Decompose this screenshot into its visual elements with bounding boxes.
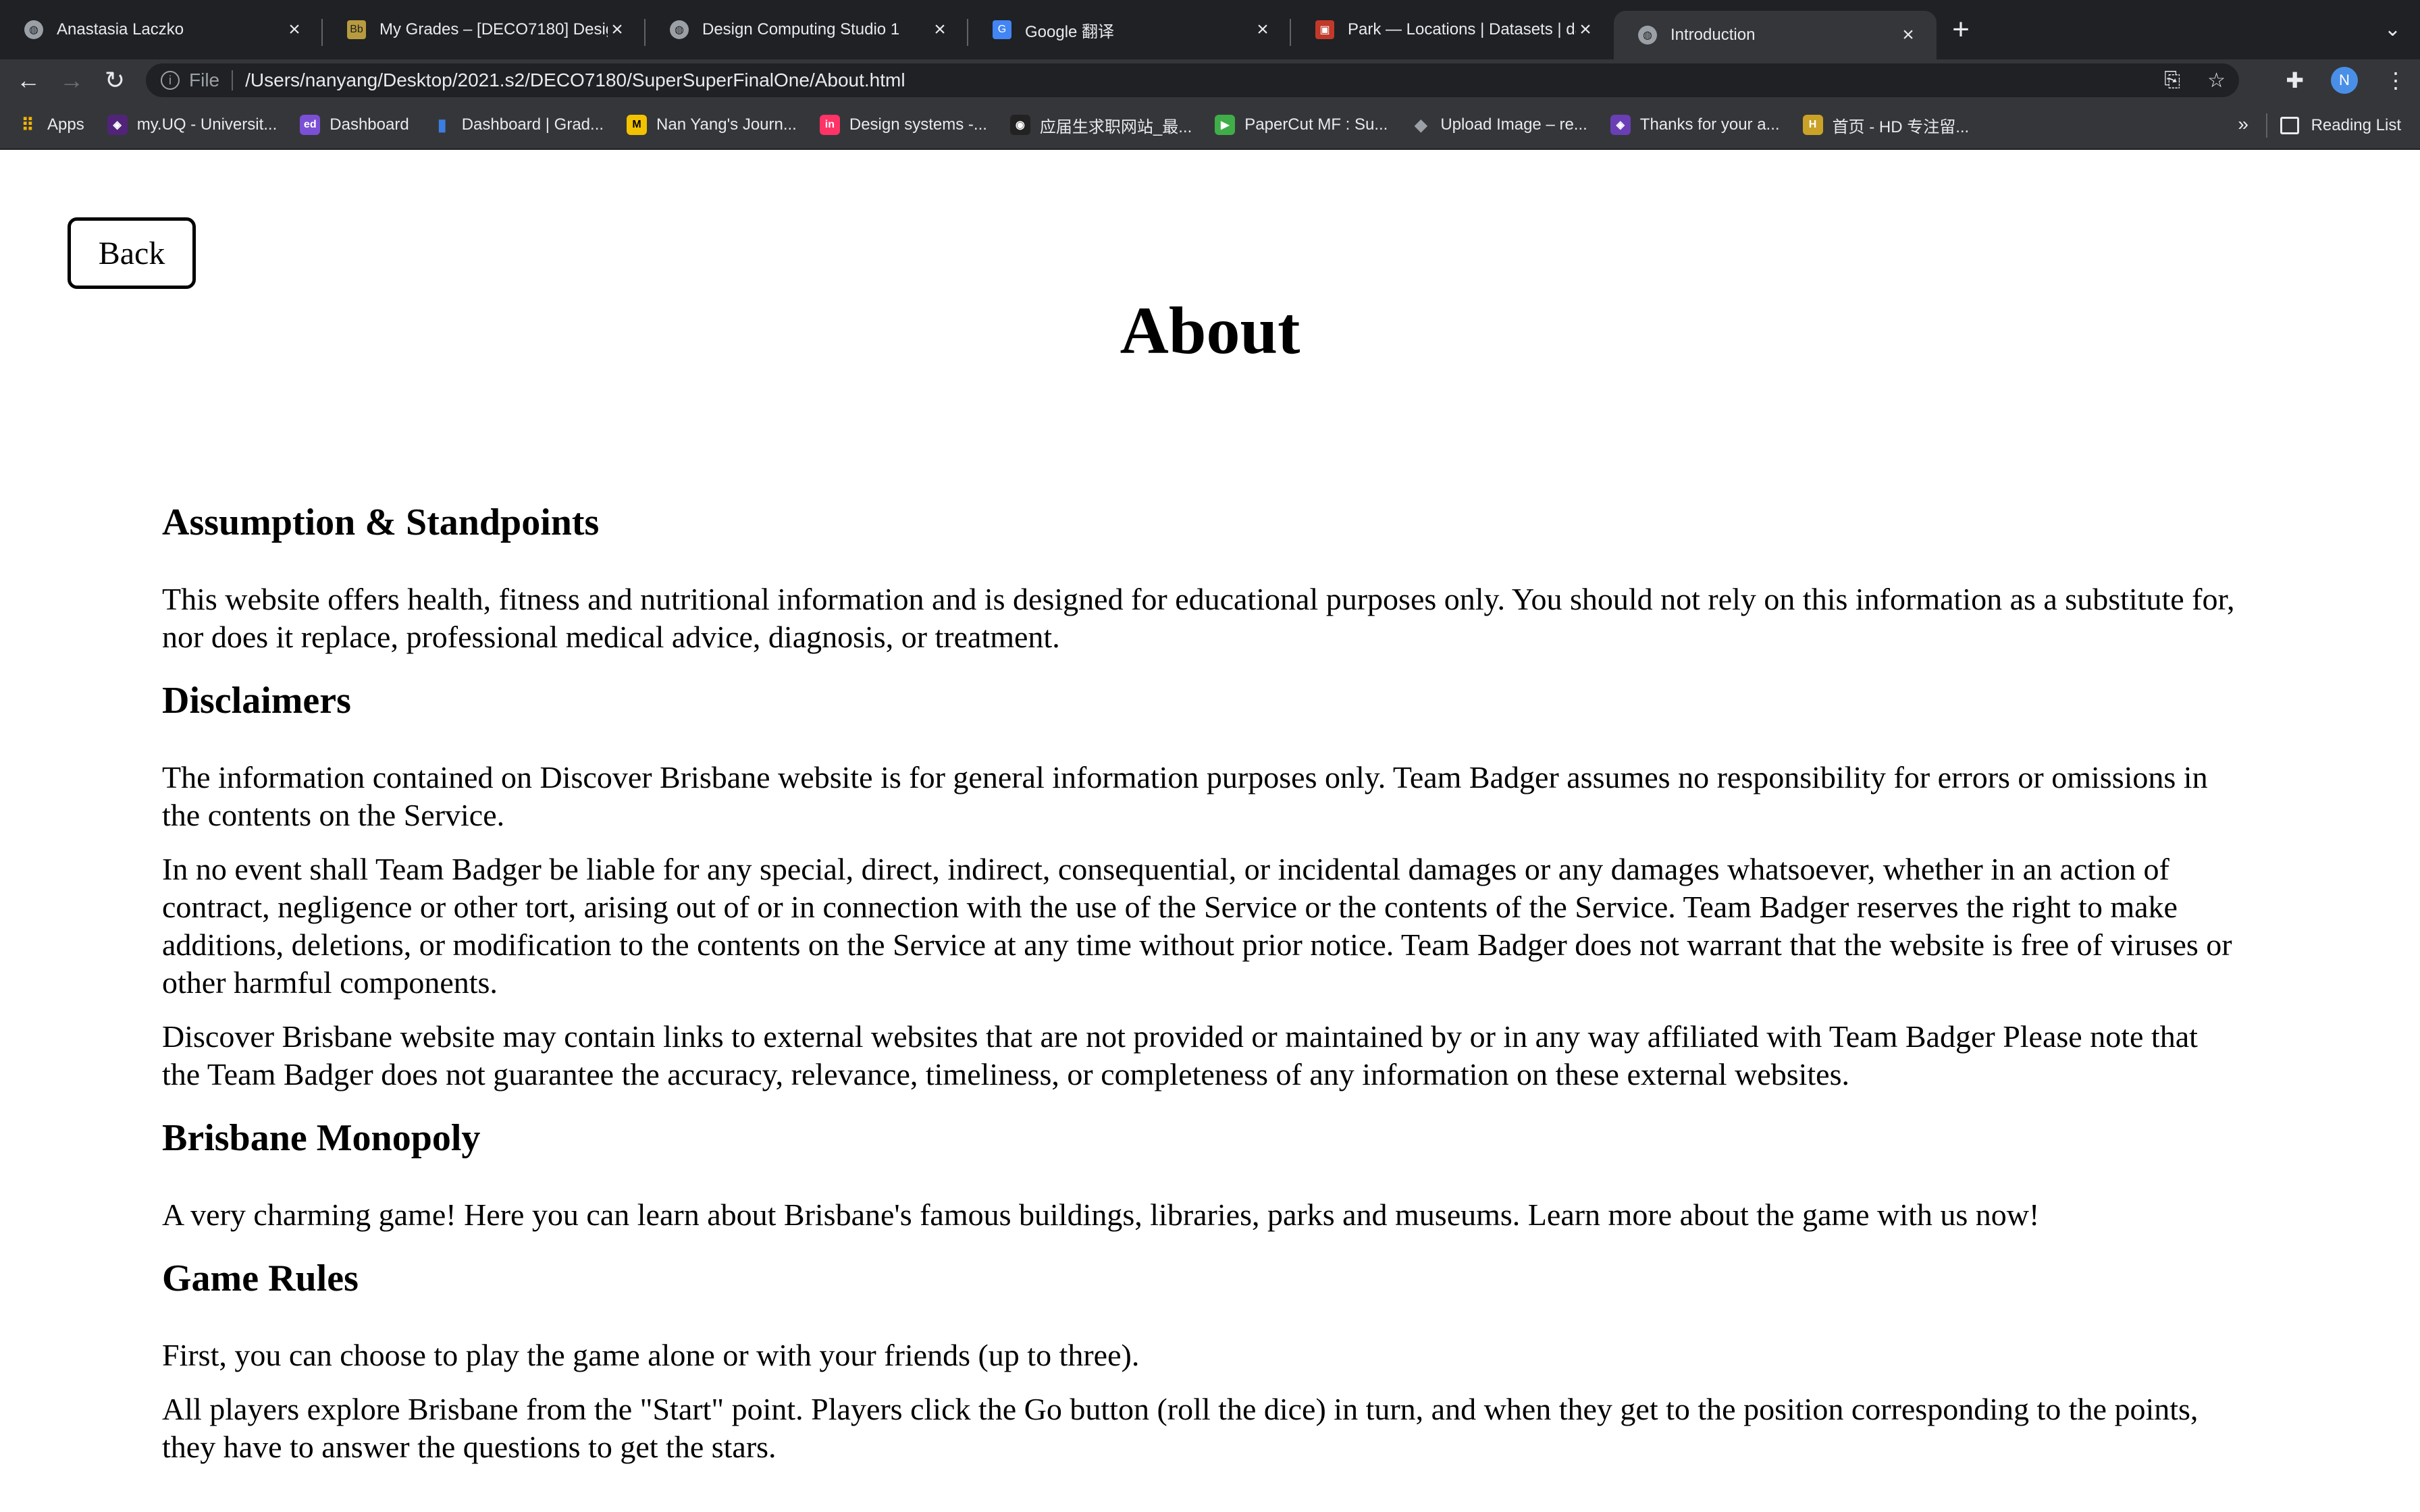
hd-icon: H <box>1802 115 1823 135</box>
bookmark-hd[interactable]: H 首页 - HD 专注留... <box>1802 113 1970 137</box>
back-arrow-icon[interactable]: ← <box>7 59 50 101</box>
tab-1[interactable]: Bb My Grades – [DECO7180] Design × <box>323 0 646 59</box>
section-paragraph: In no event shall Team Badger be liable … <box>162 852 2232 1000</box>
job-site-icon: ◉ <box>1009 115 1030 135</box>
bookmark-myuq[interactable]: ◈ my.UQ - Universit... <box>107 115 278 135</box>
tab-title: Google 翻译 <box>1025 22 1115 41</box>
bookmark-upload-image[interactable]: ◆ Upload Image – re... <box>1411 115 1587 135</box>
forward-arrow-icon[interactable]: → <box>50 59 93 101</box>
bookmark-label: Dashboard | Grad... <box>461 115 604 134</box>
invision-icon: in <box>819 115 840 135</box>
about-content: Assumption & Standpoints This website of… <box>162 501 2242 1489</box>
address-bar[interactable]: i File /Users/nanyang/Desktop/2021.s2/DE… <box>146 63 2239 97</box>
bookmark-label: Thanks for your a... <box>1639 115 1780 134</box>
bar-chart-icon: ▮ <box>438 115 447 134</box>
bookmark-label: PaperCut MF : Su... <box>1244 115 1388 134</box>
bookmark-star-icon[interactable]: ☆ <box>2207 69 2226 92</box>
journal-icon: M <box>627 115 648 135</box>
globe-icon: ◍ <box>1638 26 1657 45</box>
tab-title: Anastasia Laczko <box>57 20 184 38</box>
brisbane-data-icon: ▣ <box>1315 20 1334 39</box>
bookmark-job-site[interactable]: ◉ 应届生求职网站_最... <box>1009 113 1192 137</box>
section-paragraph: Discover Brisbane website may contain li… <box>162 1019 2198 1091</box>
blackboard-icon: Bb <box>347 20 366 39</box>
tab-title: Park — Locations | Datasets | data <box>1348 20 1576 38</box>
url-scheme: File <box>189 70 220 90</box>
back-button[interactable]: Back <box>68 217 196 289</box>
bookmark-thanks[interactable]: ◈ Thanks for your a... <box>1610 115 1780 135</box>
reading-list-icon <box>2280 117 2299 134</box>
tab-5-active[interactable]: ◍ Introduction × <box>1614 11 1937 59</box>
close-icon[interactable]: × <box>1899 25 1918 45</box>
section-paragraph: The information contained on Discover Br… <box>162 760 2208 832</box>
section-heading: Game Rules <box>162 1258 359 1299</box>
uq-shield-icon: ◈ <box>1610 115 1631 135</box>
bookmarks-bar: ⠿ Apps ◈ my.UQ - Universit... ed Dashboa… <box>0 101 2420 150</box>
tab-4[interactable]: ▣ Park — Locations | Datasets | data × <box>1291 0 1614 59</box>
bookmark-journal[interactable]: M Nan Yang's Journ... <box>627 115 797 135</box>
section-disclaimers: Disclaimers The information contained on… <box>162 679 2242 1094</box>
new-tab-button[interactable]: + <box>1937 0 1985 59</box>
page-viewport: Back About Assumption & Standpoints This… <box>0 150 2420 1512</box>
bookmarks-divider <box>2266 113 2267 138</box>
close-icon[interactable]: × <box>1253 20 1272 40</box>
chevron-down-icon[interactable]: ⌄ <box>2384 18 2401 41</box>
tab-0[interactable]: ◍ Anastasia Laczko × <box>0 0 323 59</box>
section-heading: Assumption & Standpoints <box>162 502 600 543</box>
layers-icon: ◆ <box>1415 115 1427 134</box>
more-menu-icon[interactable]: ⋮ <box>2385 68 2406 93</box>
section-assumption: Assumption & Standpoints This website of… <box>162 501 2242 656</box>
reading-list-button[interactable]: Reading List <box>2280 101 2401 150</box>
bookmark-dashboard[interactable]: ed Dashboard <box>300 115 409 135</box>
bookmark-label: 首页 - HD 专注留... <box>1832 117 1970 136</box>
section-heading: Disclaimers <box>162 680 351 722</box>
bookmark-label: 应届生求职网站_最... <box>1039 117 1192 136</box>
section-game-rules: Game Rules First, you can choose to play… <box>162 1257 2242 1466</box>
page-title: About <box>1120 293 1300 368</box>
translate-icon[interactable]: ⎘ <box>2164 69 2180 92</box>
tab-2[interactable]: ◍ Design Computing Studio 1 × <box>646 0 968 59</box>
bookmark-dashboard-grad[interactable]: ▮ Dashboard | Grad... <box>432 115 604 135</box>
close-icon[interactable]: × <box>608 20 627 40</box>
ed-icon: ed <box>300 115 321 135</box>
close-icon[interactable]: × <box>1576 20 1595 40</box>
info-icon[interactable]: i <box>161 71 180 90</box>
close-icon[interactable]: × <box>285 20 304 40</box>
tab-title: Introduction <box>1671 26 1756 44</box>
bookmark-papercut[interactable]: ▶ PaperCut MF : Su... <box>1215 115 1388 135</box>
globe-icon: ◍ <box>670 20 689 39</box>
profile-avatar[interactable]: N <box>2331 67 2358 94</box>
section-paragraph: A very charming game! Here you can learn… <box>162 1197 2040 1232</box>
extensions-puzzle-icon[interactable]: ✚ <box>2286 68 2304 93</box>
bookmark-label: Upload Image – re... <box>1440 115 1587 134</box>
section-paragraph: First, you can choose to play the game a… <box>162 1338 1140 1372</box>
section-paragraph: All players explore Brisbane from the "S… <box>162 1392 2199 1464</box>
bookmark-label: Dashboard <box>330 115 409 134</box>
tab-title: My Grades – [DECO7180] Design <box>379 20 608 38</box>
tab-title: Design Computing Studio 1 <box>702 20 900 38</box>
bookmark-label: my.UQ - Universit... <box>136 115 278 134</box>
close-icon[interactable]: × <box>930 20 949 40</box>
tab-3[interactable]: G Google 翻译 × <box>968 0 1291 59</box>
bookmark-label: Nan Yang's Journ... <box>656 115 797 134</box>
bookmark-label: Design systems -... <box>849 115 987 134</box>
browser-toolbar: ← → ↻ i File /Users/nanyang/Desktop/2021… <box>0 59 2420 101</box>
uq-shield-icon: ◈ <box>107 115 128 135</box>
tab-strip: ◍ Anastasia Laczko × Bb My Grades – [DEC… <box>0 0 2420 59</box>
google-translate-icon: G <box>993 20 1011 39</box>
bookmark-label: Apps <box>47 115 84 134</box>
bookmarks-overflow-icon[interactable]: » <box>2238 113 2248 135</box>
section-monopoly: Brisbane Monopoly A very charming game! … <box>162 1116 2242 1234</box>
reload-icon[interactable]: ↻ <box>93 59 136 101</box>
reading-list-label: Reading List <box>2311 116 2401 134</box>
url-text[interactable]: /Users/nanyang/Desktop/2021.s2/DECO7180/… <box>245 70 905 91</box>
apps-grid-icon: ⠿ <box>21 114 34 135</box>
section-heading: Brisbane Monopoly <box>162 1117 481 1159</box>
bookmark-design-systems[interactable]: in Design systems -... <box>819 115 987 135</box>
section-paragraph: This website offers health, fitness and … <box>162 582 2235 654</box>
bookmark-apps[interactable]: ⠿ Apps <box>18 115 84 135</box>
url-divider <box>232 70 234 90</box>
globe-icon: ◍ <box>24 20 43 39</box>
papercut-icon: ▶ <box>1215 115 1236 135</box>
